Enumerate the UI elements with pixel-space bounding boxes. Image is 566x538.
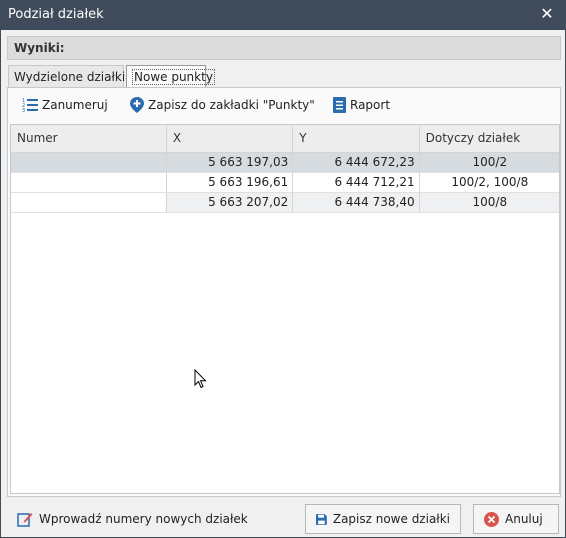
report-icon (333, 97, 346, 113)
column-header-dotyczy[interactable]: Dotyczy działek (419, 125, 559, 153)
results-header: Wyniki: (7, 36, 561, 60)
cell-y[interactable]: 6 444 672,23 (292, 152, 420, 173)
window-titlebar: Podział działek ✕ (0, 0, 566, 30)
cell-x[interactable]: 5 663 197,03 (166, 152, 294, 173)
table-row[interactable]: 5 663 197,03 6 444 672,23 100/2 (11, 152, 559, 173)
cell-numer[interactable] (11, 152, 167, 173)
cell-numer[interactable] (11, 192, 167, 213)
column-header-y[interactable]: Y (292, 125, 420, 153)
tab-label: Wydzielone działki (14, 70, 126, 84)
window-body: Wyniki: Wydzielone działki Nowe punkty 1… (0, 30, 566, 538)
map-pin-plus-icon (130, 97, 144, 113)
enter-parcel-numbers-label: Wprowadź numery nowych działek (39, 512, 248, 526)
svg-text:3: 3 (22, 108, 25, 113)
floppy-disk-icon (316, 513, 327, 525)
cancel-label: Anuluj (505, 512, 543, 526)
window-title: Podział działek (8, 7, 104, 22)
edit-icon (17, 513, 33, 527)
cell-y[interactable]: 6 444 712,21 (292, 172, 420, 193)
cell-dotyczy[interactable]: 100/2 (419, 152, 559, 173)
column-header-numer[interactable]: Numer (11, 125, 167, 153)
numbered-list-icon: 1 2 3 (22, 98, 38, 113)
table-row[interactable]: 5 663 196,61 6 444 712,21 100/2, 100/8 (11, 172, 559, 193)
save-to-points-button[interactable]: Zapisz do zakładki "Punkty" (130, 94, 315, 116)
column-header-x[interactable]: X (166, 125, 294, 153)
cell-x[interactable]: 5 663 196,61 (166, 172, 294, 193)
cancel-icon (484, 511, 499, 527)
tab-label: Nowe punkty (132, 69, 215, 85)
table-row[interactable]: 5 663 207,02 6 444 738,40 100/8 (11, 192, 559, 213)
points-table: Numer X Y Dotyczy działek 5 663 197,03 6… (11, 125, 559, 213)
report-button[interactable]: Raport (333, 94, 390, 116)
enter-parcel-numbers-button[interactable]: Wprowadź numery nowych działek (9, 504, 256, 534)
report-label: Raport (350, 98, 391, 112)
cell-dotyczy[interactable]: 100/8 (419, 192, 559, 213)
tab-wydzielone-dzialki[interactable]: Wydzielone działki (8, 65, 126, 87)
save-to-points-label: Zapisz do zakładki "Punkty" (148, 98, 315, 112)
results-label: Wyniki: (14, 41, 65, 55)
save-new-parcels-label: Zapisz nowe działki (332, 512, 450, 526)
cell-x[interactable]: 5 663 207,02 (166, 192, 294, 213)
cell-y[interactable]: 6 444 738,40 (292, 192, 420, 213)
tab-panel: 1 2 3 Zanumeruj Zapisz do zakładki "Punk… (7, 87, 561, 497)
points-grid[interactable]: Numer X Y Dotyczy działek 5 663 197,03 6… (10, 124, 560, 494)
cancel-button[interactable]: Anuluj (473, 504, 559, 534)
table-header-row: Numer X Y Dotyczy działek (11, 125, 559, 153)
tab-nowe-punkty[interactable]: Nowe punkty (126, 65, 215, 88)
save-new-parcels-button[interactable]: Zapisz nowe działki (305, 504, 461, 534)
close-icon[interactable]: ✕ (538, 5, 556, 23)
cell-dotyczy[interactable]: 100/2, 100/8 (419, 172, 559, 193)
toolbar: 1 2 3 Zanumeruj Zapisz do zakładki "Punk… (8, 88, 560, 120)
renumber-label: Zanumeruj (42, 98, 108, 112)
mouse-cursor-icon (194, 369, 207, 389)
cell-numer[interactable] (11, 172, 167, 193)
renumber-button[interactable]: 1 2 3 Zanumeruj (22, 94, 108, 116)
